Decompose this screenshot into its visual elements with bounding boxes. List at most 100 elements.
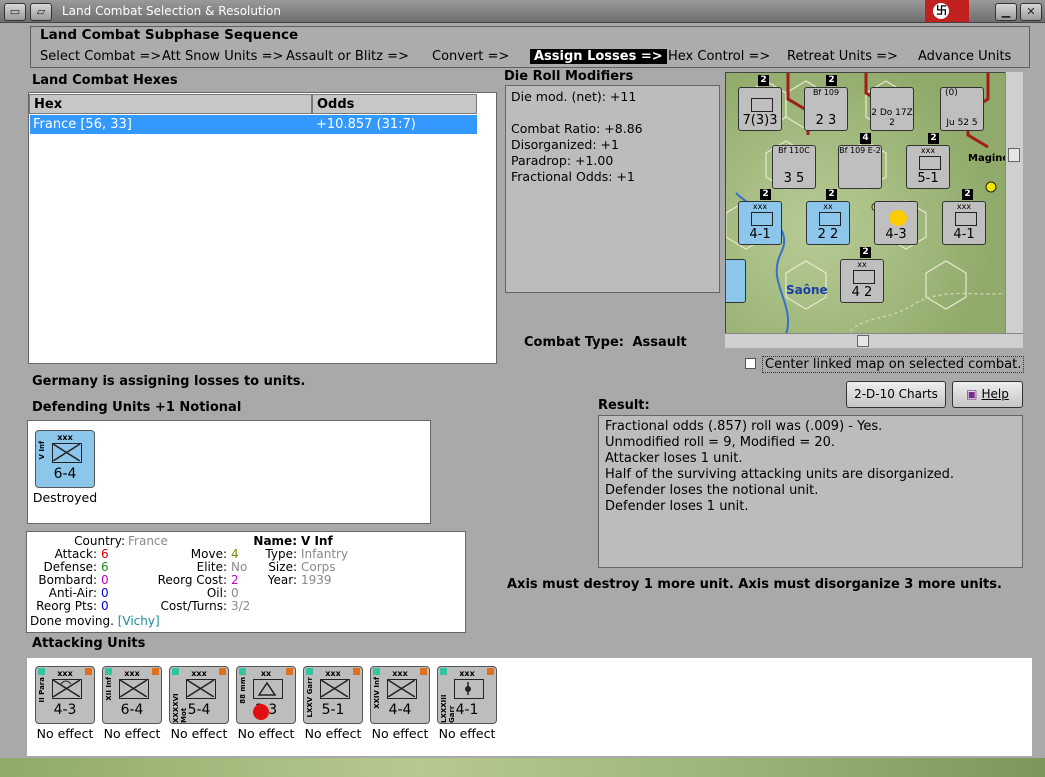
bombard-value: 0 bbox=[101, 573, 109, 587]
map-counter[interactable]: Bf 110C 3 5 bbox=[772, 145, 816, 189]
checkbox-box[interactable] bbox=[745, 358, 756, 369]
map-counter[interactable]: 2 Do 17Z 2 bbox=[870, 87, 914, 131]
attacking-units-label: Attacking Units bbox=[32, 636, 146, 651]
restore-button[interactable]: ▱ bbox=[30, 3, 52, 21]
stack-badge: 2 bbox=[928, 133, 939, 144]
map-horizontal-scrollbar[interactable] bbox=[725, 333, 1023, 348]
attacking-unit-tile[interactable]: xxx XXIV Inf 4-4 bbox=[370, 666, 430, 724]
map-counter[interactable]: 4-3 bbox=[874, 201, 918, 245]
stack-badge: 2 bbox=[826, 75, 837, 86]
stack-badge: 2 bbox=[758, 75, 769, 86]
phase-step-hex-control[interactable]: Hex Control => bbox=[668, 49, 770, 64]
map-counter[interactable]: xxx 4-1 bbox=[942, 201, 986, 245]
type-value: Infantry bbox=[301, 547, 349, 561]
antiair-value: 0 bbox=[101, 586, 109, 600]
combat-type: Combat Type: Assault bbox=[524, 335, 687, 350]
phase-step-assault-or-blitz[interactable]: Assault or Blitz => bbox=[286, 49, 409, 64]
attacking-unit-tile[interactable]: xx88 mm 3 3 bbox=[236, 666, 296, 724]
unit-info-panel: Country: France Attack: 6 Defense: 6 Bom… bbox=[26, 531, 466, 633]
infantry-icon bbox=[52, 443, 82, 463]
reorg-cost-label: Reorg Cost: bbox=[157, 573, 227, 587]
attack-value: 6 bbox=[101, 547, 109, 561]
phase-step-convert[interactable]: Convert => bbox=[432, 49, 509, 64]
infantry-icon bbox=[387, 679, 417, 699]
minimize-button[interactable]: ▁ bbox=[995, 3, 1017, 21]
attacking-unit-result: No effect bbox=[36, 726, 94, 741]
phase-step-select-combat[interactable]: Select Combat => bbox=[40, 49, 161, 64]
stack-badge: 2 bbox=[760, 189, 771, 200]
odds-column-header[interactable]: Odds bbox=[312, 94, 477, 114]
linked-map[interactable]: Saône Maginot 7(3)3 Bf 109 2 3 2 Do 17Z 2… bbox=[725, 72, 1023, 334]
map-counter[interactable]: xx 2 2 bbox=[806, 201, 850, 245]
combat-type-label: Combat Type: bbox=[524, 335, 624, 350]
red-circle-icon bbox=[253, 704, 269, 720]
attacking-unit-result: No effect bbox=[170, 726, 228, 741]
cost-turns-value: 3/2 bbox=[231, 599, 251, 613]
land-combat-hexes-table: Hex Odds France [56, 33] +10.857 (31:7) bbox=[28, 92, 497, 364]
name-value: V Inf bbox=[301, 534, 333, 548]
attacking-unit-tile[interactable]: xxx LXXXIII Garr 4-1 bbox=[437, 666, 497, 724]
scroll-thumb bbox=[1008, 148, 1020, 162]
close-button[interactable]: ✕ bbox=[1020, 3, 1042, 21]
garrison-icon bbox=[320, 679, 350, 699]
map-counter[interactable]: xx 4 2 bbox=[840, 259, 884, 303]
stack-badge: 2 bbox=[826, 189, 837, 200]
map-counter[interactable]: 7(3)3 bbox=[738, 87, 782, 131]
charts-button[interactable]: 2-D-10 Charts bbox=[846, 381, 946, 408]
result-line: Defender loses 1 unit. bbox=[605, 499, 749, 514]
disorganized-mod: Disorganized: +1 bbox=[511, 137, 619, 152]
result-line: Fractional odds (.857) roll was (.009) -… bbox=[605, 419, 883, 434]
attacking-unit-tile[interactable]: xxx LXXV Garr 5-1 bbox=[303, 666, 363, 724]
stack-badge: 4 bbox=[860, 133, 871, 144]
attacking-unit-tile[interactable]: xxx II Para 4-3 bbox=[35, 666, 95, 724]
defending-units-panel: xxx V Inf 6-4 Destroyed bbox=[27, 420, 431, 524]
map-counter[interactable]: xxx 5-1 bbox=[906, 145, 950, 189]
scroll-thumb bbox=[857, 335, 869, 347]
attacking-unit-result: No effect bbox=[103, 726, 161, 741]
type-label: Type: bbox=[265, 547, 297, 561]
infantry-icon bbox=[119, 679, 149, 699]
name-label: Name: bbox=[253, 534, 297, 548]
map-counter[interactable]: Bf 109 2 3 bbox=[804, 87, 848, 131]
help-button[interactable]: ▣ Help bbox=[952, 381, 1023, 408]
fractional-odds-mod: Fractional Odds: +1 bbox=[511, 169, 635, 184]
table-row[interactable]: France [56, 33] +10.857 (31:7) bbox=[30, 115, 477, 134]
phase-step-att-snow-units[interactable]: Att Snow Units => bbox=[162, 49, 283, 64]
hex-column-header[interactable]: Hex bbox=[29, 94, 312, 114]
result-line: Attacker loses 1 unit. bbox=[605, 451, 743, 466]
map-counter[interactable]: xxx 4-1 bbox=[738, 201, 782, 245]
die-mod-net: Die mod. (net): +11 bbox=[511, 89, 637, 104]
result-line: Unmodified roll = 9, Modified = 20. bbox=[605, 435, 836, 450]
defense-label: Defense: bbox=[43, 560, 97, 574]
map-counter[interactable] bbox=[726, 259, 746, 303]
done-moving: Done moving. [Vichy] bbox=[30, 614, 160, 628]
window-title: Land Combat Selection & Resolution bbox=[62, 4, 281, 18]
die-roll-modifiers-label: Die Roll Modifiers bbox=[504, 69, 634, 84]
map-vertical-scrollbar[interactable] bbox=[1005, 72, 1023, 334]
phase-step-assign-losses[interactable]: Assign Losses => bbox=[530, 49, 667, 64]
bombard-label: Bombard: bbox=[38, 573, 97, 587]
land-combat-hexes-label: Land Combat Hexes bbox=[32, 73, 178, 88]
phase-step-advance-units[interactable]: Advance Units bbox=[918, 49, 1011, 64]
attacking-unit-tile[interactable]: xxx XXXXVI Mot 5-4 bbox=[169, 666, 229, 724]
result-label: Result: bbox=[598, 398, 650, 413]
attacking-units-panel: xxx II Para 4-3 No effect xxx XII Inf 6-4 … bbox=[27, 658, 1032, 756]
map-counter[interactable]: Bf 109 E-2 bbox=[838, 145, 882, 189]
center-map-checkbox[interactable]: Center linked map on selected combat. bbox=[745, 356, 1025, 373]
phase-step-retreat-units[interactable]: Retreat Units => bbox=[787, 49, 898, 64]
attacking-unit-tile[interactable]: xxx XII Inf 6-4 bbox=[102, 666, 162, 724]
die-roll-modifiers-panel: Die mod. (net): +11 Combat Ratio: +8.86 … bbox=[505, 85, 720, 293]
background-map-strip bbox=[0, 758, 1045, 777]
attack-label: Attack: bbox=[54, 547, 97, 561]
defending-unit-result: Destroyed bbox=[32, 490, 98, 505]
country-value: France bbox=[128, 534, 168, 548]
map-counter[interactable]: (0) Ju 52 5 bbox=[940, 87, 984, 131]
attacking-unit-result: No effect bbox=[304, 726, 362, 741]
title-bar: ▭ ▱ Land Combat Selection & Resolution 卐… bbox=[0, 0, 1045, 23]
explosion-icon bbox=[889, 210, 907, 226]
result-line: Defender loses the notional unit. bbox=[605, 483, 819, 498]
paradrop-mod: Paradrop: +1.00 bbox=[511, 153, 614, 168]
year-label: Year: bbox=[267, 573, 297, 587]
system-menu-button[interactable]: ▭ bbox=[4, 3, 26, 21]
defending-unit-tile[interactable]: xxx V Inf 6-4 bbox=[35, 430, 95, 488]
